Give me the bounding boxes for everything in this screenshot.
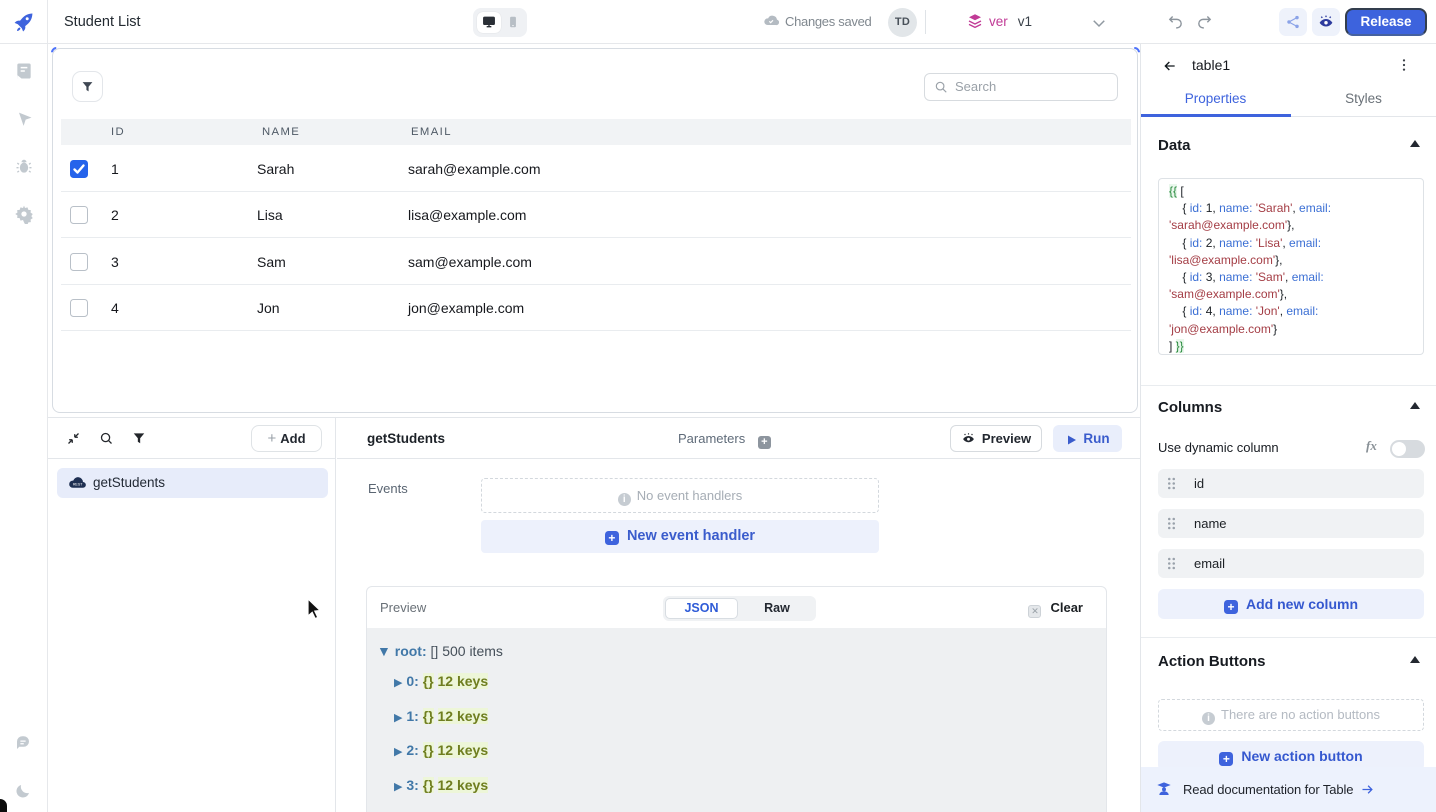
- svg-text:REST: REST: [73, 483, 83, 487]
